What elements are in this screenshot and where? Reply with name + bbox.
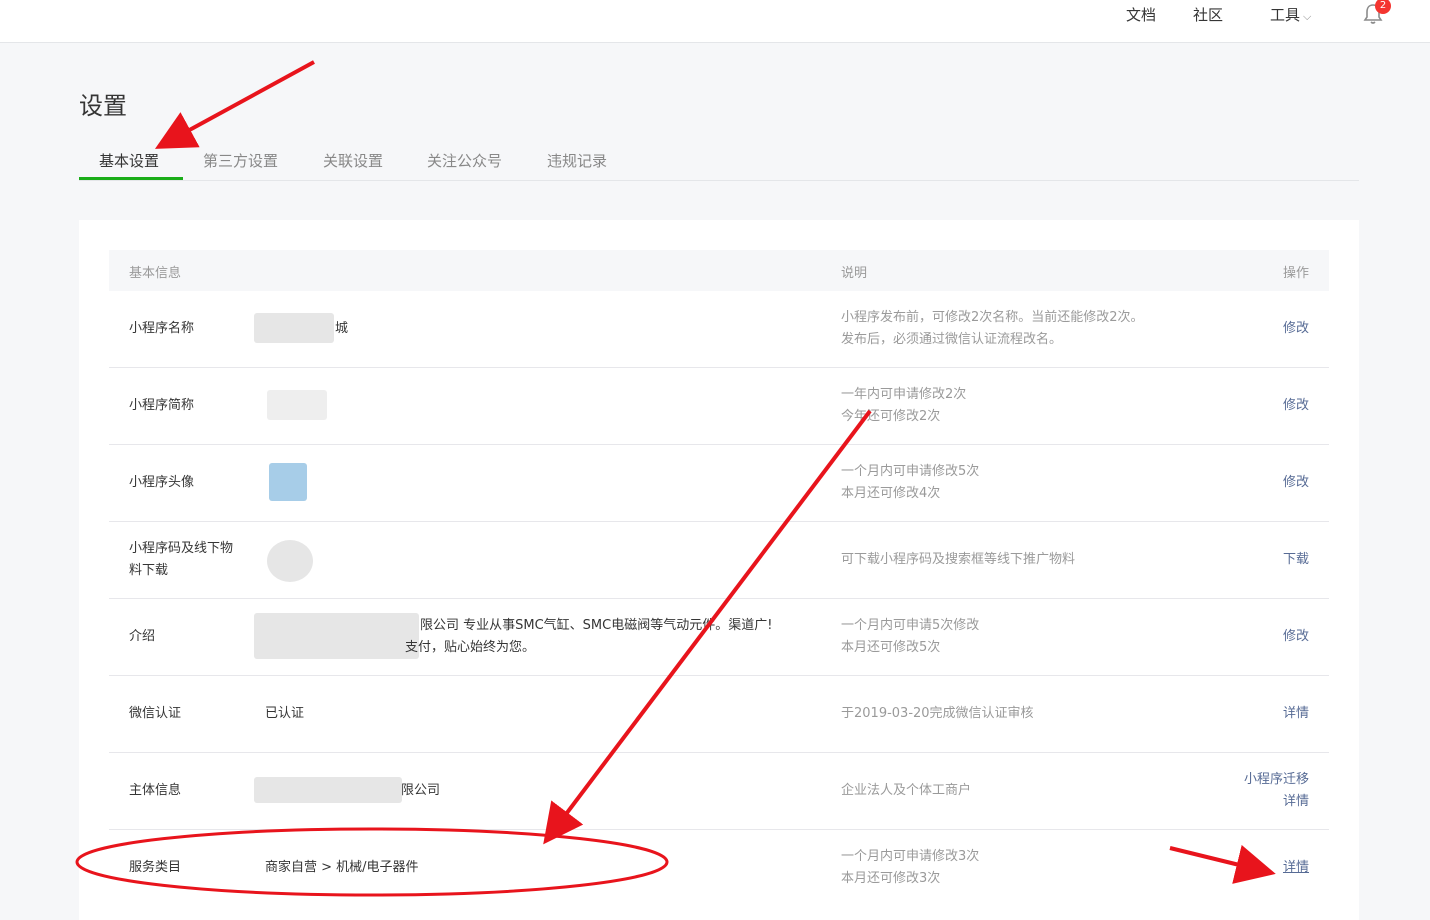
arrow-to-details: [1169, 844, 1276, 884]
annotation-overlay: [75, 60, 1276, 897]
arrow-to-service-category: [543, 409, 872, 845]
service-category-highlight-ellipse: [75, 827, 669, 897]
arrow-to-basic-tab: [154, 60, 315, 149]
